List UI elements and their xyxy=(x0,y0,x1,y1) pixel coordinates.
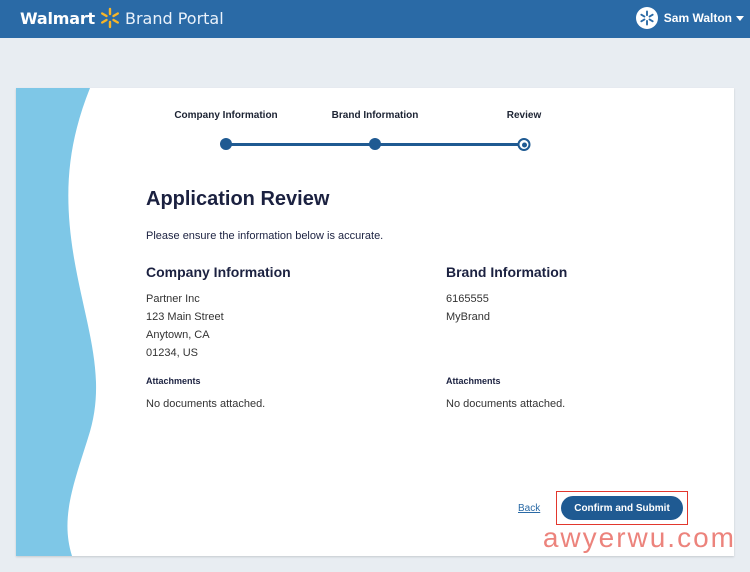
confirm-and-submit-button[interactable]: Confirm and Submit xyxy=(561,496,683,520)
page-title: Application Review xyxy=(146,188,330,210)
decorative-wave xyxy=(16,88,97,556)
step-label-company: Company Information xyxy=(174,110,278,121)
walmart-spark-icon xyxy=(100,7,119,29)
back-link[interactable]: Back xyxy=(518,503,540,514)
brand-info-heading: Brand Information xyxy=(446,264,568,280)
top-navigation-bar: Walmart Brand Portal Sam Walton xyxy=(0,0,750,38)
chevron-down-icon xyxy=(736,15,744,21)
user-menu[interactable]: Sam Walton xyxy=(635,7,744,29)
company-city-state: Anytown, CA xyxy=(146,329,210,341)
avatar-spark-icon xyxy=(635,7,658,29)
user-name: Sam Walton xyxy=(663,11,732,25)
brand-name-value: MyBrand xyxy=(446,311,491,323)
watermark: awyerwu.com xyxy=(542,522,736,553)
brand-info-section: Brand Information 6165555 MyBrand xyxy=(446,264,706,326)
product-name: Brand Portal xyxy=(124,8,224,28)
brand-name: Walmart xyxy=(20,8,95,28)
company-info-heading: Company Information xyxy=(146,264,291,280)
step-dot-review-current xyxy=(517,138,531,151)
company-street: 123 Main Street xyxy=(146,311,224,323)
review-card: Company Information Brand Information Re… xyxy=(16,88,734,556)
brand-number: 6165555 xyxy=(446,293,489,305)
company-name: Partner Inc xyxy=(146,293,200,305)
brand-attachments-value: No documents attached. xyxy=(446,398,566,410)
company-info-section: Company Information Partner Inc 123 Main… xyxy=(146,264,406,362)
brand-logo[interactable]: Walmart Brand Portal xyxy=(20,7,224,29)
progress-stepper: Company Information Brand Information Re… xyxy=(166,110,586,160)
brand-attachments-heading: Attachments xyxy=(446,376,501,386)
step-label-brand: Brand Information xyxy=(331,110,419,121)
company-zip-country: 01234, US xyxy=(146,347,198,359)
page-subtitle: Please ensure the information below is a… xyxy=(146,230,384,242)
step-dot-brand xyxy=(369,138,381,150)
step-dot-company xyxy=(220,138,232,150)
company-attachments-heading: Attachments xyxy=(146,376,201,386)
step-label-review: Review xyxy=(506,110,542,121)
company-attachments-value: No documents attached. xyxy=(146,398,266,410)
